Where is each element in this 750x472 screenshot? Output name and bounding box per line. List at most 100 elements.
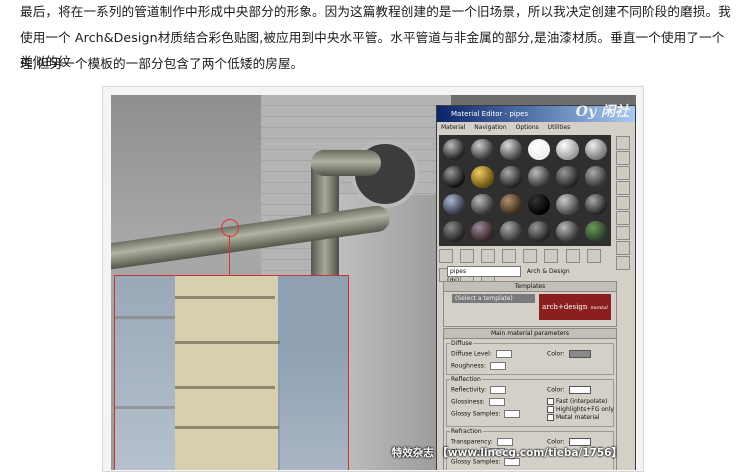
diffuse-label: Diffuse [450, 340, 474, 347]
video-color-check-icon[interactable] [616, 196, 630, 210]
material-editor-bottom-toolbar [439, 248, 611, 282]
sample-slot[interactable] [584, 139, 607, 161]
templates-header[interactable]: Templates [444, 282, 616, 292]
sample-uv-tiling-icon[interactable] [616, 181, 630, 195]
options-icon[interactable] [616, 226, 630, 240]
rust-streak [175, 426, 279, 429]
sample-slot[interactable] [556, 220, 579, 242]
material-id-icon[interactable] [565, 249, 580, 263]
texture-blue-panel-left [115, 276, 175, 470]
material-editor-menu: Material Navigation Options Utilities [437, 122, 635, 133]
material-map-navigator-icon[interactable] [616, 256, 630, 270]
main-parameters-header[interactable]: Main material parameters [444, 329, 616, 339]
reflection-color-row: Color: [547, 386, 591, 394]
template-select[interactable]: (Select a template) [452, 294, 535, 303]
sample-slot[interactable] [499, 193, 522, 215]
texture-blue-panel-right [280, 336, 348, 470]
sample-slot[interactable] [528, 139, 551, 161]
put-to-library-icon[interactable] [544, 249, 559, 263]
backlight-icon[interactable] [616, 151, 630, 165]
sample-slot[interactable] [471, 166, 494, 188]
menu-material[interactable]: Material [441, 124, 465, 131]
sample-slot[interactable] [556, 193, 579, 215]
diffuse-color-swatch[interactable] [568, 350, 591, 358]
roughness-label: Roughness: [451, 362, 486, 370]
metal-material-row: Metal material [547, 414, 600, 422]
tutorial-screenshot: Material Editor - pipes Oy 闲社 Material N… [111, 95, 636, 470]
sample-slot[interactable] [584, 193, 607, 215]
fast-interpolate-checkbox[interactable] [547, 398, 554, 405]
material-editor-title-bar[interactable]: Material Editor - pipes Oy 闲社 [437, 104, 635, 122]
reflectivity-label: Reflectivity: [451, 386, 487, 394]
reflectivity-spinner[interactable] [490, 386, 507, 394]
sample-slot[interactable] [471, 193, 494, 215]
rust-streak [115, 316, 175, 319]
sample-slot[interactable] [443, 166, 466, 188]
roughness-row: Roughness: [451, 362, 506, 370]
rust-streak [175, 341, 280, 344]
sample-slot[interactable] [471, 139, 494, 161]
watermark: 特效杂志 【www.linecg.com/tieba/1756】 [391, 447, 622, 459]
get-material-icon[interactable] [439, 249, 453, 263]
sample-slot[interactable] [528, 220, 551, 242]
assign-material-icon[interactable] [481, 249, 496, 263]
site-logo: Oy 闲社 [575, 104, 629, 120]
sample-slot[interactable] [584, 220, 607, 242]
menu-utilities[interactable]: Utilities [548, 124, 571, 131]
sample-slot[interactable] [443, 220, 466, 242]
fast-interpolate-row: Fast (interpolate) [547, 398, 608, 406]
reflectivity-row: Reflectivity: [451, 386, 507, 394]
rust-streak [175, 296, 275, 299]
material-editor-title: Material Editor - pipes [451, 110, 529, 118]
paragraph-line-3: 理,但另一个模板的一部分包含了两个低矮的房屋。 [20, 56, 304, 71]
sample-slot[interactable] [471, 220, 494, 242]
sample-slot[interactable] [528, 166, 551, 188]
highlights-fg-checkbox[interactable] [547, 406, 554, 413]
sample-slot[interactable] [443, 193, 466, 215]
sample-slot[interactable] [528, 193, 551, 215]
menu-options[interactable]: Options [516, 124, 539, 131]
fast-interpolate-label: Fast (interpolate) [556, 398, 608, 405]
diffuse-level-spinner[interactable] [495, 350, 512, 358]
make-preview-icon[interactable] [616, 211, 630, 225]
reflection-color-label: Color: [547, 386, 565, 394]
diffuse-color-label: Color: [547, 350, 565, 358]
highlights-fg-row: Highlights+FG only [547, 406, 614, 414]
sample-slot[interactable] [556, 139, 579, 161]
rust-streak [115, 406, 175, 409]
arch-design-brand: arch+design [542, 303, 588, 311]
highlight-circle [221, 219, 239, 237]
paragraph-line-1: 最后，将在一系列的管道制作中形成中央部分的形象。因为这篇教程创建的是一个旧场景，… [20, 4, 731, 19]
material-name-field[interactable]: pipes [447, 266, 521, 277]
sample-slot[interactable] [499, 139, 522, 161]
roughness-spinner[interactable] [489, 362, 506, 370]
material-editor-side-toolbar [614, 135, 632, 305]
show-map-icon[interactable] [586, 249, 601, 263]
sample-slot[interactable] [443, 139, 466, 161]
background-icon[interactable] [616, 166, 630, 180]
callout-line [229, 235, 230, 275]
sample-type-icon[interactable] [616, 136, 630, 150]
sample-slot[interactable] [499, 166, 522, 188]
diffuse-level-label: Diffuse Level: [451, 350, 492, 358]
reflection-color-swatch[interactable] [568, 386, 591, 394]
pipe-elbow [311, 150, 381, 176]
menu-navigation[interactable]: Navigation [474, 124, 506, 131]
reflection-glossiness-spinner[interactable] [488, 398, 505, 406]
sample-slot[interactable] [499, 220, 522, 242]
texture-map-preview [114, 275, 349, 470]
select-by-material-icon[interactable] [616, 241, 630, 255]
sample-slot[interactable] [556, 166, 579, 188]
make-unique-icon[interactable] [523, 249, 538, 263]
reflection-samples-spinner[interactable] [504, 410, 521, 418]
reset-map-icon[interactable] [502, 249, 517, 263]
material-sample-slots [439, 135, 611, 246]
put-material-icon[interactable] [460, 249, 475, 263]
diffuse-color-row: Color: [547, 350, 591, 358]
sample-slot[interactable] [584, 166, 607, 188]
material-editor-window[interactable]: Material Editor - pipes Oy 闲社 Material N… [436, 104, 636, 470]
metal-material-checkbox[interactable] [547, 414, 554, 421]
rust-streak [175, 386, 275, 389]
metal-material-label: Metal material [556, 414, 600, 421]
reflection-glossiness-label: Glossiness: [451, 398, 485, 406]
